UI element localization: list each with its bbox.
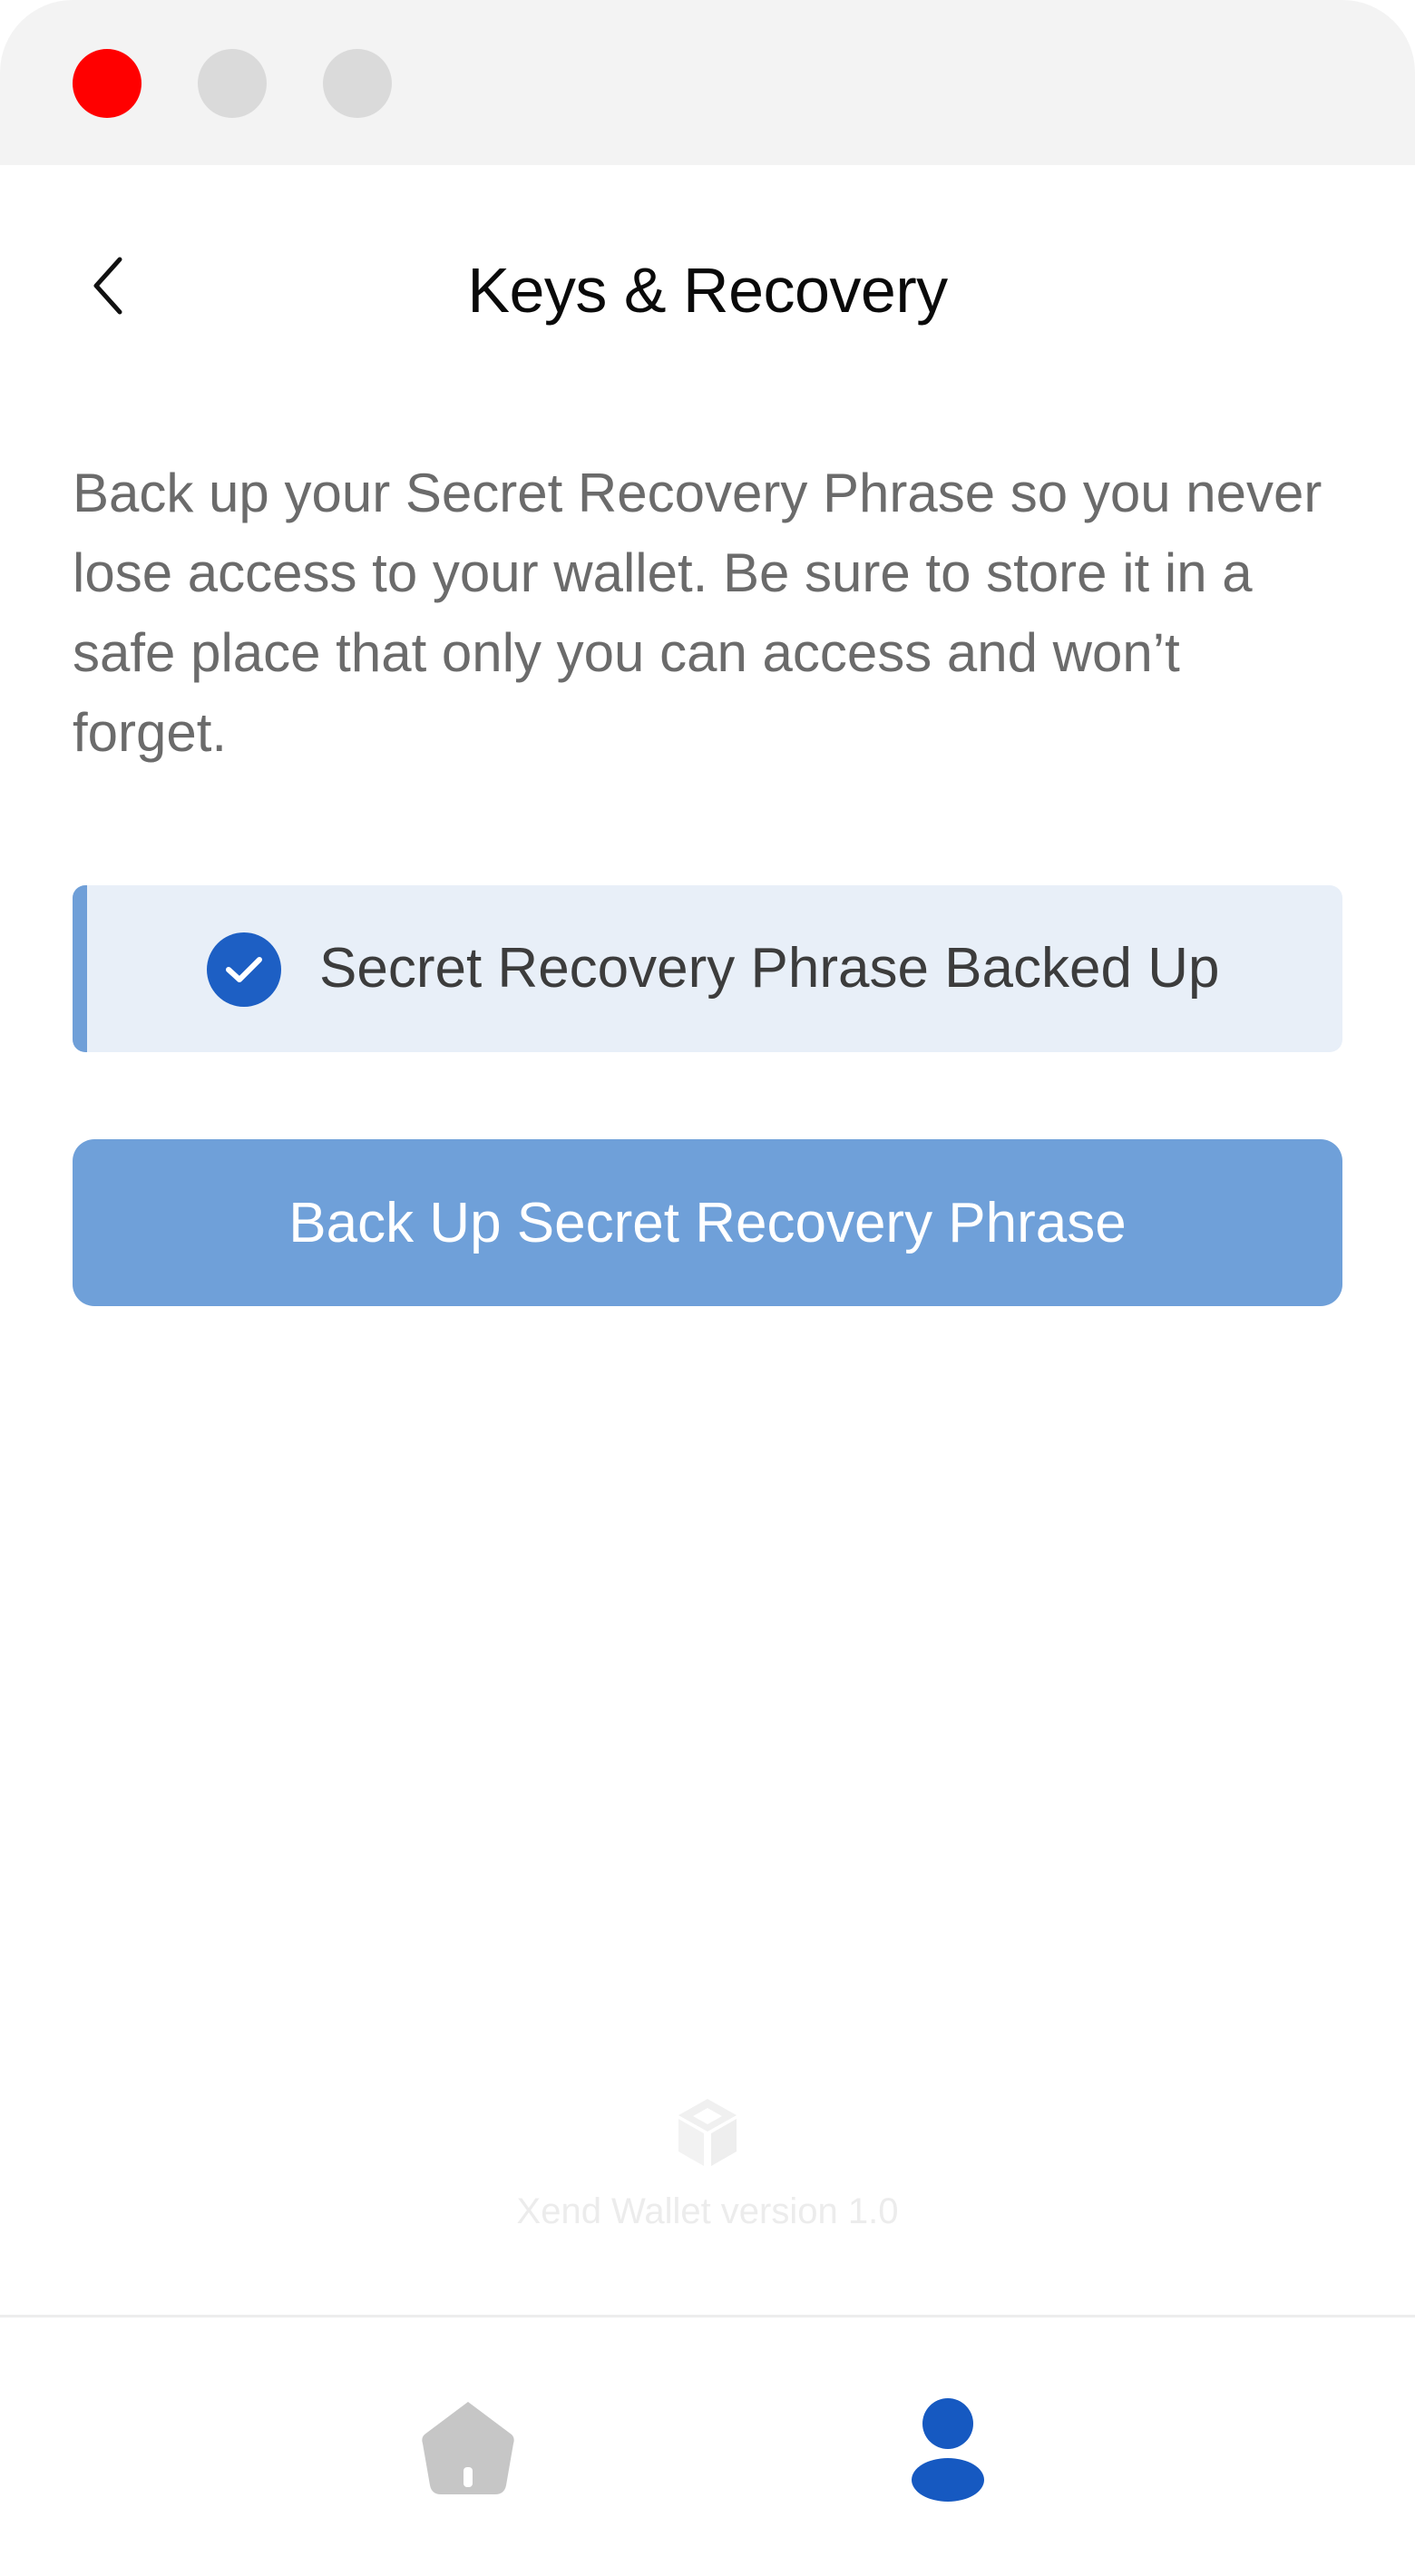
nav-profile-tab[interactable] (893, 2390, 1002, 2508)
status-accent-bar (73, 885, 87, 1052)
title-bar (0, 0, 1415, 165)
backup-status-label: Secret Recovery Phrase Backed Up (319, 937, 1220, 1000)
backup-status-card: Secret Recovery Phrase Backed Up (73, 885, 1342, 1052)
app-window: Keys & Recovery Back up your Secret Reco… (0, 0, 1415, 2576)
nav-home-tab[interactable] (414, 2390, 522, 2508)
check-circle-icon (207, 932, 281, 1007)
bottom-nav (0, 2315, 1415, 2576)
window-minimize-button[interactable] (198, 49, 267, 118)
window-maximize-button[interactable] (323, 49, 392, 118)
profile-icon (912, 2398, 984, 2502)
recovery-description: Back up your Secret Recovery Phrase so y… (73, 463, 1322, 763)
cube-logo-icon (671, 2095, 744, 2171)
page-title: Keys & Recovery (467, 255, 948, 326)
window-close-button[interactable] (73, 49, 142, 118)
back-up-phrase-button[interactable]: Back Up Secret Recovery Phrase (73, 1139, 1342, 1306)
home-icon (422, 2402, 514, 2494)
version-label: Xend Wallet version 1.0 (516, 2191, 899, 2231)
